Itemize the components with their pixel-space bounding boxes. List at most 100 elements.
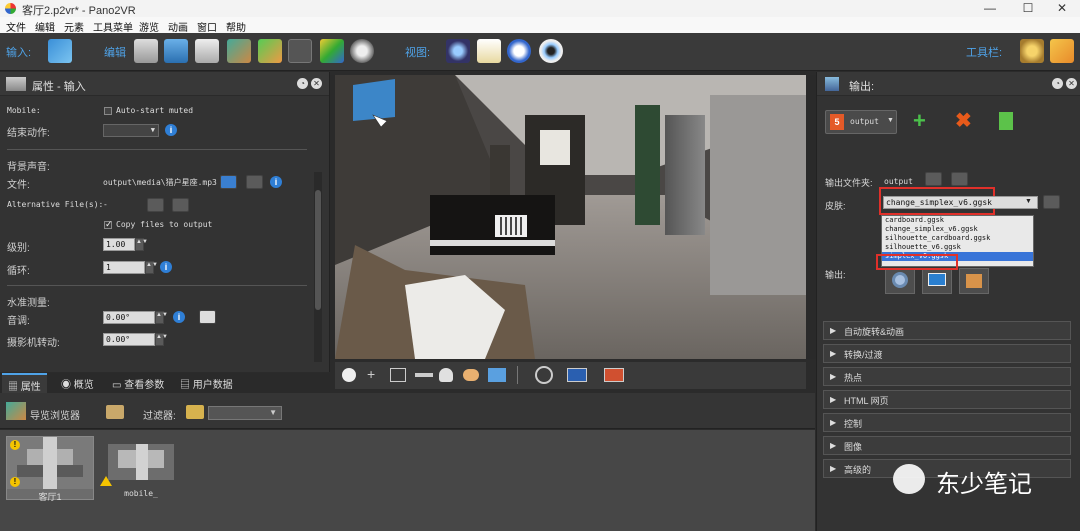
menu-animation[interactable]: 动画 xyxy=(168,19,188,34)
menu-tour[interactable]: 游览 xyxy=(139,19,159,34)
float-panel-icon[interactable]: ◔ xyxy=(1052,78,1063,89)
camera-roll-spinner[interactable]: ▲▼ xyxy=(155,333,168,346)
menu-file[interactable]: 文件 xyxy=(6,19,26,34)
alt-open-button[interactable] xyxy=(172,198,189,212)
level-label: 级别: xyxy=(7,243,30,254)
autostart-checkbox[interactable] xyxy=(104,107,112,115)
skin-option[interactable]: cardboard.ggsk xyxy=(882,216,1033,225)
menu-edit[interactable]: 编辑 xyxy=(35,19,55,34)
eye-preview-icon[interactable] xyxy=(539,39,563,63)
filter-icon[interactable] xyxy=(186,405,204,419)
open-file-button[interactable] xyxy=(246,175,263,189)
copy-files-checkbox[interactable] xyxy=(104,219,113,230)
sort-icon[interactable] xyxy=(106,405,124,419)
crosshair-icon[interactable]: + xyxy=(367,366,375,382)
star-icon[interactable] xyxy=(1020,39,1044,63)
hotspot-icon[interactable] xyxy=(439,368,453,382)
ruler-icon[interactable] xyxy=(415,373,433,377)
alt-play-button[interactable] xyxy=(147,198,164,212)
section-hotspots[interactable]: ▶ 热点 xyxy=(823,367,1071,386)
info-icon[interactable]: i xyxy=(165,124,177,136)
skin-select[interactable]: change_simplex_v6.ggsk xyxy=(883,196,1038,209)
menu-window[interactable]: 窗口 xyxy=(197,19,217,34)
scrollbar-thumb[interactable] xyxy=(315,190,321,310)
float-panel-icon[interactable]: ◔ xyxy=(297,78,308,89)
section-html-page[interactable]: ▶ HTML 网页 xyxy=(823,390,1071,409)
play-button[interactable] xyxy=(220,175,237,189)
output-folder-label: 输出文件夹: xyxy=(825,178,873,188)
pitch-input[interactable]: 0.00° xyxy=(103,311,155,324)
edit-label: 编辑 xyxy=(104,47,126,59)
menu-tools[interactable]: 工具菜单 xyxy=(93,19,133,34)
user-data-icon[interactable] xyxy=(195,39,219,63)
close-window-button[interactable]: ✕ xyxy=(1042,0,1080,17)
compass-icon[interactable] xyxy=(507,39,531,63)
color-picker-blue[interactable] xyxy=(567,368,587,382)
eraser-icon[interactable] xyxy=(1050,39,1074,63)
tour-map-icon[interactable] xyxy=(227,39,251,63)
map-icon[interactable] xyxy=(320,39,344,63)
file-info-icon[interactable]: i xyxy=(270,176,282,188)
panorama-icon[interactable] xyxy=(488,368,506,382)
close-panel-icon[interactable]: ✕ xyxy=(1066,78,1077,89)
browse-folder-button[interactable] xyxy=(925,172,942,186)
skin-option[interactable]: silhouette_cardboard.ggsk xyxy=(882,234,1033,243)
delete-output-icon[interactable]: ✖ xyxy=(955,110,972,132)
node-thumbnail[interactable]: ! ! 客厅1 xyxy=(6,436,94,502)
pitch-spinner[interactable]: ▲▼ xyxy=(155,311,168,324)
loop-info-icon[interactable]: i xyxy=(160,261,172,273)
edit-skin-button[interactable] xyxy=(1043,195,1060,209)
section-control[interactable]: ▶ 控制 xyxy=(823,413,1071,432)
tab-overview[interactable]: ◉ 概览 xyxy=(55,373,100,393)
panorama-input-icon[interactable] xyxy=(48,39,72,63)
tab-view-params[interactable]: ▭ 查看参数 xyxy=(106,373,170,393)
loop-spinner[interactable]: ▲▼ xyxy=(145,261,158,274)
output-folder-value: output xyxy=(884,177,913,186)
binoculars-icon[interactable] xyxy=(446,39,470,63)
skin-option[interactable]: silhouette_v6.ggsk xyxy=(882,243,1033,252)
viewer-splitter-right[interactable] xyxy=(806,75,816,359)
section-images[interactable]: ▶ 图像 xyxy=(823,436,1071,455)
hand-icon[interactable] xyxy=(463,369,479,381)
menu-elements[interactable]: 元素 xyxy=(64,19,84,34)
level-input[interactable]: 1.00 xyxy=(103,238,135,251)
grid-icon[interactable] xyxy=(390,368,406,382)
package-icon[interactable] xyxy=(959,268,989,294)
color-picker-red[interactable] xyxy=(604,368,624,382)
section-transition[interactable]: ▶ 转换/过渡 xyxy=(823,344,1071,363)
pitch-info-icon[interactable]: i xyxy=(173,311,185,323)
filter-select[interactable]: ▼ xyxy=(208,406,282,420)
save-output-icon[interactable] xyxy=(999,112,1013,130)
camera-roll-input[interactable]: 0.00° xyxy=(103,333,155,346)
node-thumbnail[interactable]: mobile_ xyxy=(98,436,186,500)
tour-browser-icon xyxy=(6,402,26,420)
monitor-icon[interactable] xyxy=(922,268,952,294)
menu-help[interactable]: 帮助 xyxy=(226,19,246,34)
tab-properties[interactable]: ▦ 属性 xyxy=(2,373,47,393)
output-label: 输出: xyxy=(825,270,846,280)
add-output-icon[interactable]: + xyxy=(913,110,926,132)
section-autorotate[interactable]: ▶ 自动旋转&动画 xyxy=(823,321,1071,340)
minimize-button[interactable]: — xyxy=(970,0,1010,17)
end-action-select[interactable]: ▼ xyxy=(103,124,159,137)
panorama-viewer[interactable] xyxy=(335,75,806,359)
target-icon[interactable] xyxy=(535,366,553,384)
viewing-params-icon[interactable] xyxy=(164,39,188,63)
output-type-button[interactable]: 5 output ▼ xyxy=(825,110,897,134)
skin-option[interactable]: change_simplex_v6.ggsk xyxy=(882,225,1033,234)
trash-icon[interactable] xyxy=(951,172,968,186)
level-spinner[interactable]: ▲▼ xyxy=(135,238,148,251)
patch-editor-icon[interactable] xyxy=(134,39,158,63)
animation-reel-icon[interactable] xyxy=(350,39,374,63)
warning-icon: ! xyxy=(10,477,20,487)
level-tool-button[interactable] xyxy=(199,310,216,324)
floorplan-icon[interactable] xyxy=(258,39,282,63)
loop-input[interactable]: 1 xyxy=(103,261,145,274)
notes-icon[interactable] xyxy=(477,39,501,63)
gear-icon[interactable] xyxy=(885,268,915,294)
compass-icon[interactable] xyxy=(342,368,356,382)
hotspot-tool-icon[interactable] xyxy=(288,39,312,63)
tab-user-data[interactable]: ▤ 用户数据 xyxy=(174,373,239,393)
viewer-splitter[interactable] xyxy=(330,75,335,359)
close-panel-icon[interactable]: ✕ xyxy=(311,78,322,89)
